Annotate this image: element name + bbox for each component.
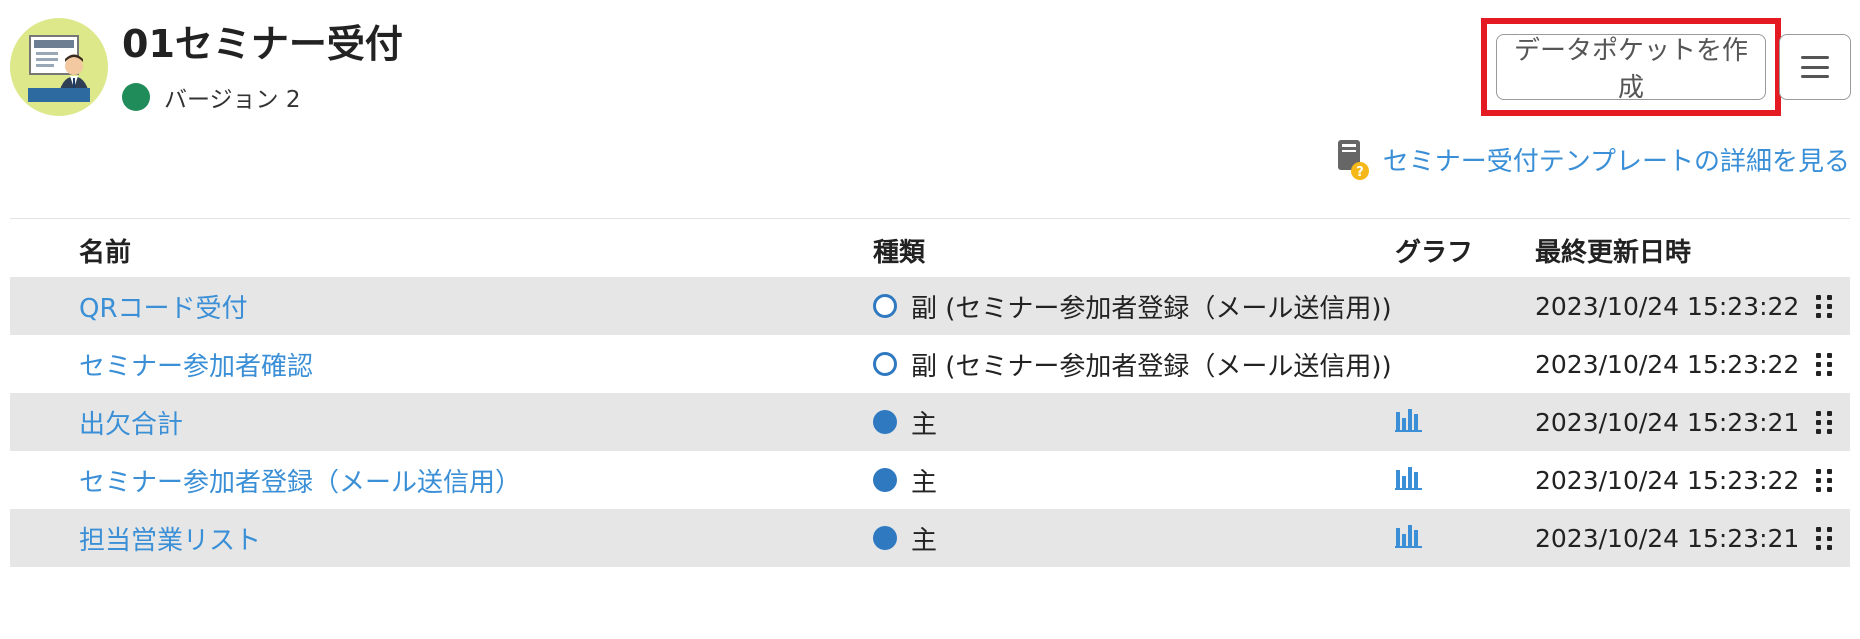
drag-handle-icon[interactable]: [1816, 410, 1832, 434]
row-type: 主: [873, 520, 937, 557]
row-updated: 2023/10/24 15:23:22: [1535, 465, 1800, 495]
row-updated: 2023/10/24 15:23:21: [1535, 523, 1800, 553]
page: 01セミナー受付 バージョン 2 データポケットを作成 ? セミナー受付テンプレ…: [0, 0, 1860, 639]
table-row[interactable]: 担当営業リスト 主 2023/10/24 15:23:21: [10, 509, 1850, 567]
bar-chart-icon[interactable]: [1395, 406, 1423, 439]
status-dot-icon: [122, 83, 150, 111]
data-table: 名前 種類 グラフ 最終更新日時 QRコード受付 副 (セミナー参加者登録（メー…: [10, 220, 1850, 567]
row-type-label: 主: [911, 409, 938, 440]
column-header-updated[interactable]: 最終更新日時: [1535, 232, 1691, 269]
column-header-type[interactable]: 種類: [873, 232, 925, 269]
svg-text:?: ?: [1356, 165, 1364, 180]
column-header-graph[interactable]: グラフ: [1395, 232, 1473, 269]
table-row[interactable]: QRコード受付 副 (セミナー参加者登録（メール送信用)) 2023/10/24…: [10, 277, 1850, 335]
menu-button[interactable]: [1779, 34, 1851, 100]
table-row[interactable]: 出欠合計 主 2023/10/24 15:23:21: [10, 393, 1850, 451]
row-name-link[interactable]: セミナー参加者登録（メール送信用）: [79, 462, 521, 499]
sub-type-icon: [873, 294, 897, 318]
row-type-label: 主: [911, 525, 938, 556]
row-type: 主: [873, 404, 937, 441]
template-link-row[interactable]: ? セミナー受付テンプレートの詳細を見る: [1337, 138, 1850, 180]
row-name-link[interactable]: QRコード受付: [79, 288, 248, 325]
bar-chart-icon[interactable]: [1395, 464, 1423, 497]
row-updated: 2023/10/24 15:23:21: [1535, 407, 1800, 437]
sub-type-icon: [873, 352, 897, 376]
table-row[interactable]: セミナー参加者登録（メール送信用） 主 2023/10/24 15:23:22: [10, 451, 1850, 509]
drag-handle-icon[interactable]: [1816, 352, 1832, 376]
row-updated: 2023/10/24 15:23:22: [1535, 291, 1800, 321]
main-type-icon: [873, 526, 897, 550]
row-name-link[interactable]: 出欠合計: [79, 404, 183, 441]
row-type-label: 副 (セミナー参加者登録（メール送信用)): [911, 351, 1392, 382]
row-type: 主: [873, 462, 937, 499]
row-updated: 2023/10/24 15:23:22: [1535, 349, 1800, 379]
bar-chart-icon[interactable]: [1395, 522, 1423, 555]
main-type-icon: [873, 410, 897, 434]
row-type: 副 (セミナー参加者登録（メール送信用)): [873, 346, 1392, 383]
template-book-icon: ?: [1337, 138, 1369, 180]
version-label: バージョン 2: [164, 87, 301, 113]
version-row: バージョン 2: [122, 80, 300, 114]
drag-handle-icon[interactable]: [1816, 526, 1832, 550]
template-details-link[interactable]: セミナー受付テンプレートの詳細を見る: [1383, 141, 1850, 178]
app-avatar-icon: [10, 18, 108, 116]
drag-handle-icon[interactable]: [1816, 294, 1832, 318]
hamburger-menu-icon: [1801, 56, 1829, 78]
main-type-icon: [873, 468, 897, 492]
row-type: 副 (セミナー参加者登録（メール送信用)): [873, 288, 1392, 325]
table-divider: [10, 218, 1850, 219]
row-name-link[interactable]: セミナー参加者確認: [79, 346, 313, 383]
row-name-link[interactable]: 担当営業リスト: [79, 520, 261, 557]
row-type-label: 副 (セミナー参加者登録（メール送信用)): [911, 293, 1392, 324]
row-type-label: 主: [911, 467, 938, 498]
app-title: 01セミナー受付: [122, 22, 403, 66]
table-row[interactable]: セミナー参加者確認 副 (セミナー参加者登録（メール送信用)) 2023/10/…: [10, 335, 1850, 393]
create-data-pocket-button[interactable]: データポケットを作成: [1496, 34, 1766, 103]
column-header-name[interactable]: 名前: [79, 232, 131, 269]
table-header: 名前 種類 グラフ 最終更新日時: [10, 220, 1850, 277]
drag-handle-icon[interactable]: [1816, 468, 1832, 492]
